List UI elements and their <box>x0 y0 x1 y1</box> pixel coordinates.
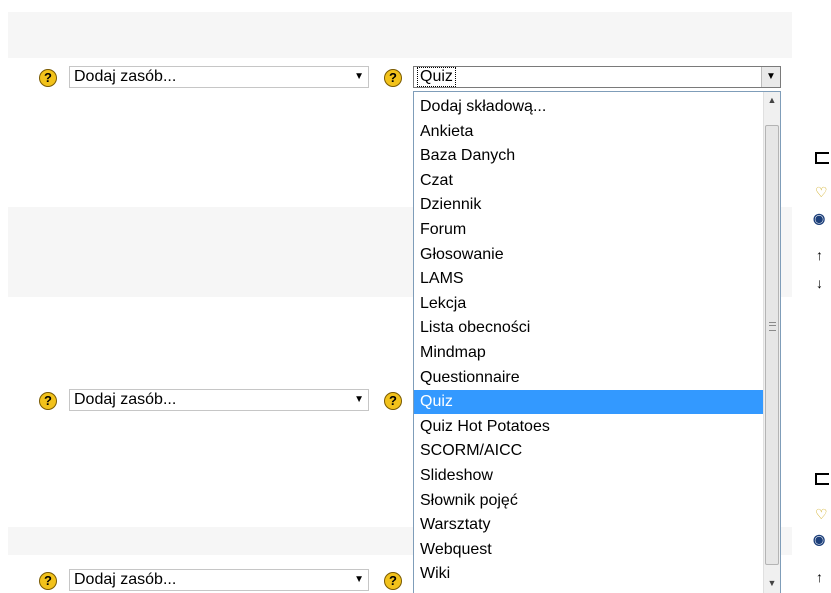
help-icon[interactable]: ? <box>384 69 402 87</box>
add-activity-select[interactable]: Quiz ▼ <box>413 66 781 88</box>
add-resource-select[interactable]: Dodaj zasób... ▼ <box>69 66 369 88</box>
dropdown-option[interactable]: Baza Danych <box>414 144 763 168</box>
add-resource-label: Dodaj zasób... <box>74 391 177 408</box>
dropdown-option[interactable]: Lekcja <box>414 292 763 316</box>
chevron-down-icon: ▼ <box>354 71 364 82</box>
help-icon[interactable]: ? <box>384 392 402 410</box>
add-resource-label: Dodaj zasób... <box>74 571 177 588</box>
dropdown-option[interactable]: Czat <box>414 169 763 193</box>
dropdown-option[interactable]: Dodaj składową... <box>414 95 763 119</box>
dropdown-option[interactable]: LAMS <box>414 267 763 291</box>
section-band <box>8 12 792 58</box>
dropdown-option[interactable]: Mindmap <box>414 341 763 365</box>
scroll-down-icon[interactable]: ▼ <box>764 575 780 592</box>
add-resource-select[interactable]: Dodaj zasób... ▼ <box>69 569 369 591</box>
dropdown-option[interactable]: Questionnaire <box>414 366 763 390</box>
add-resource-label: Dodaj zasób... <box>74 68 177 85</box>
arrow-up-icon[interactable]: ↑ <box>816 570 823 584</box>
dropdown-option[interactable]: Dziennik <box>414 193 763 217</box>
activity-dropdown-list[interactable]: Dodaj składową... Ankieta Baza Danych Czat D… <box>413 91 781 593</box>
dropdown-option[interactable]: SCORM/AICC <box>414 439 763 463</box>
chevron-down-icon: ▼ <box>354 394 364 405</box>
scroll-thumb[interactable] <box>765 125 779 565</box>
dropdown-option[interactable]: Forum <box>414 218 763 242</box>
scroll-up-icon[interactable]: ▲ <box>764 92 780 109</box>
dropdown-option[interactable]: Wiki <box>414 562 763 586</box>
chevron-down-icon[interactable]: ▼ <box>761 67 780 87</box>
add-resource-select[interactable]: Dodaj zasób... ▼ <box>69 389 369 411</box>
help-icon[interactable]: ? <box>39 392 57 410</box>
dropdown-scrollbar[interactable]: ▲ ▼ <box>763 92 780 593</box>
dropdown-option[interactable]: Slideshow <box>414 464 763 488</box>
lightbulb-icon[interactable]: ♡ <box>815 185 828 199</box>
lightbulb-icon[interactable]: ♡ <box>815 507 828 521</box>
dropdown-option[interactable]: Quiz Hot Potatoes <box>414 415 763 439</box>
help-icon[interactable]: ? <box>39 572 57 590</box>
dropdown-option[interactable]: Słownik pojęć <box>414 489 763 513</box>
dropdown-option[interactable]: Webquest <box>414 538 763 562</box>
chevron-down-icon: ▼ <box>354 574 364 585</box>
dropdown-option[interactable]: Lista obecności <box>414 316 763 340</box>
help-icon[interactable]: ? <box>39 69 57 87</box>
eye-icon[interactable]: ◉ <box>813 532 825 546</box>
help-icon[interactable]: ? <box>384 572 402 590</box>
checkbox-icon[interactable] <box>815 473 829 485</box>
dropdown-option[interactable]: Ankieta <box>414 120 763 144</box>
arrow-up-icon[interactable]: ↑ <box>816 248 823 262</box>
dropdown-option[interactable]: Warsztaty <box>414 513 763 537</box>
checkbox-icon[interactable] <box>815 152 829 164</box>
eye-icon[interactable]: ◉ <box>813 211 825 225</box>
dropdown-option[interactable]: Głosowanie <box>414 243 763 267</box>
dropdown-option[interactable]: Quiz <box>414 390 763 415</box>
arrow-down-icon[interactable]: ↓ <box>816 276 823 290</box>
grip-icon <box>769 322 776 331</box>
add-activity-selected: Quiz <box>417 67 456 87</box>
